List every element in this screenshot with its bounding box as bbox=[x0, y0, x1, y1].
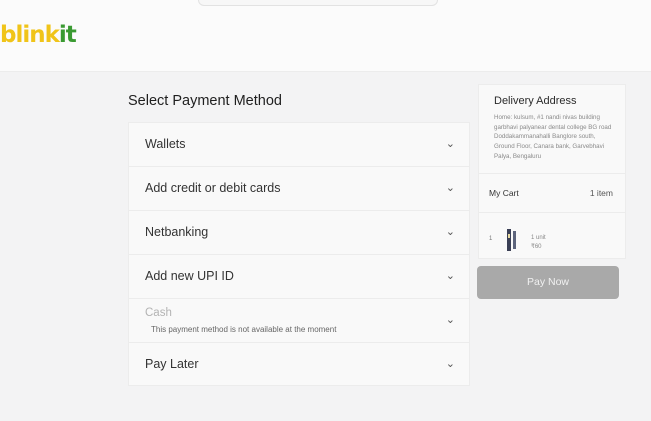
delivery-address-title: Delivery Address bbox=[494, 95, 577, 107]
method-label: Cash bbox=[145, 307, 172, 319]
cart-item-details: 1 unit ₹60 bbox=[531, 234, 546, 252]
cart-item-unit: 1 unit bbox=[531, 235, 546, 241]
search-bar[interactable] bbox=[198, 0, 438, 6]
method-label: Wallets bbox=[145, 137, 186, 151]
cart-item-price: ₹60 bbox=[531, 244, 542, 250]
method-label: Pay Later bbox=[145, 357, 199, 371]
divider bbox=[479, 212, 625, 213]
payment-method-cards[interactable]: Add credit or debit cards ⌄ bbox=[128, 166, 470, 210]
cart-item-count: 1 item bbox=[589, 188, 613, 198]
cart-card: My Cart 1 item 1 1 unit ₹60 bbox=[478, 174, 626, 259]
payment-method-title: Select Payment Method bbox=[128, 93, 282, 109]
product-thumbnail bbox=[507, 229, 516, 251]
top-header: blinkit bbox=[0, 0, 651, 72]
payment-method-upi[interactable]: Add new UPI ID ⌄ bbox=[128, 254, 470, 298]
chevron-down-icon: ⌄ bbox=[445, 270, 455, 282]
method-label: Add credit or debit cards bbox=[145, 181, 281, 195]
blinkit-logo[interactable]: blinkit bbox=[0, 22, 77, 48]
method-label: Add new UPI ID bbox=[145, 269, 234, 283]
payment-methods-list: Wallets ⌄ Add credit or debit cards ⌄ Ne… bbox=[128, 122, 470, 386]
cart-title: My Cart bbox=[489, 188, 519, 198]
delivery-address-card[interactable]: Delivery Address Home: kulsum, #1 nandi … bbox=[478, 84, 626, 174]
payment-method-pay-later[interactable]: Pay Later ⌄ bbox=[128, 342, 470, 386]
method-unavailable-note: This payment method is not available at … bbox=[151, 325, 337, 334]
chevron-down-icon: ⌄ bbox=[445, 182, 455, 194]
chevron-down-icon: ⌄ bbox=[445, 358, 455, 370]
chevron-down-icon: ⌄ bbox=[445, 226, 455, 238]
payment-method-wallets[interactable]: Wallets ⌄ bbox=[128, 122, 470, 166]
order-summary: Delivery Address Home: kulsum, #1 nandi … bbox=[478, 84, 626, 259]
method-label: Netbanking bbox=[145, 225, 209, 239]
payment-method-cash: Cash This payment method is not availabl… bbox=[128, 298, 470, 342]
cart-item-qty: 1 bbox=[489, 236, 493, 242]
chevron-down-icon: ⌄ bbox=[445, 138, 455, 150]
pay-now-button[interactable]: Pay Now bbox=[477, 266, 619, 299]
chevron-down-icon: ⌄ bbox=[445, 314, 455, 326]
delivery-address-text: Home: kulsum, #1 nandi nivas building ga… bbox=[494, 114, 612, 160]
payment-method-netbanking[interactable]: Netbanking ⌄ bbox=[128, 210, 470, 254]
